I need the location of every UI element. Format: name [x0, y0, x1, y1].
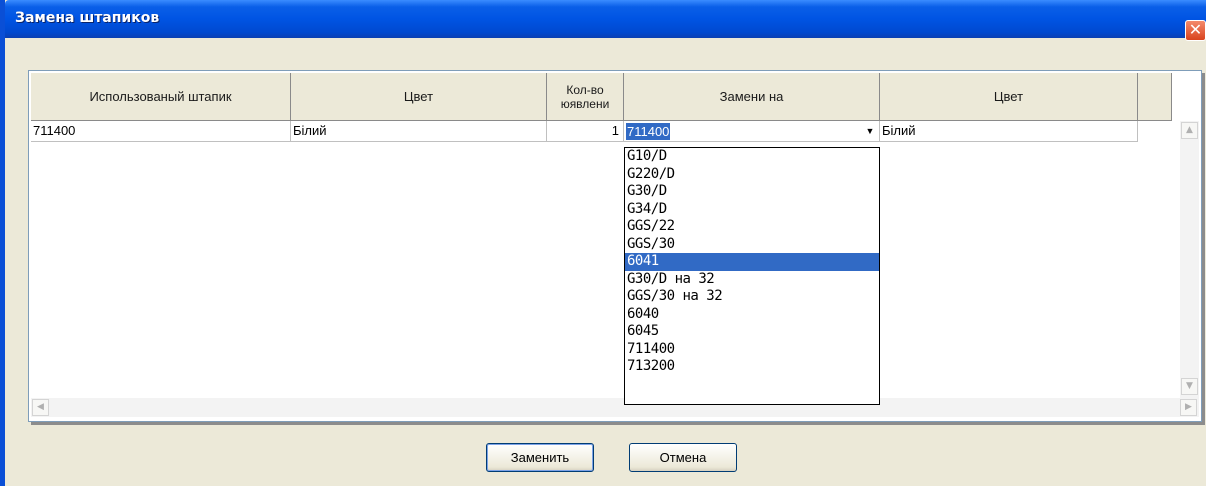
vertical-scrollbar[interactable]: ▲ ▼	[1180, 121, 1199, 417]
arrow-right-icon[interactable]: ▶	[1180, 399, 1197, 416]
dropdown-option[interactable]: 711400	[625, 341, 879, 359]
arrow-left-icon[interactable]: ◀	[32, 399, 49, 416]
header-used-bead[interactable]: Использованый штапик	[31, 73, 291, 121]
replace-glazing-bead-dialog: Замена штапиков ✕ Использованый штапик Ц…	[0, 0, 1206, 486]
header-replace-with[interactable]: Замени на	[624, 73, 880, 121]
close-icon: ✕	[1188, 20, 1203, 39]
cell-count[interactable]: 1	[547, 121, 624, 142]
horizontal-scrollbar[interactable]: ◀ ▶	[31, 398, 1199, 417]
dropdown-option[interactable]: G220/D	[625, 166, 879, 184]
dropdown-option[interactable]: GGS/30	[625, 236, 879, 254]
dropdown-option[interactable]: 6041	[625, 253, 879, 271]
cell-color[interactable]: Білий	[291, 121, 547, 142]
dropdown-option[interactable]: 6045	[625, 323, 879, 341]
grid-header: Использованый штапик Цвет Кол-во юявлени…	[31, 73, 1199, 121]
header-count[interactable]: Кол-во юявлени	[547, 73, 624, 121]
replace-with-combobox[interactable]: 711400 ▼	[624, 121, 880, 142]
dropdown-option[interactable]: GGS/30 на 32	[625, 288, 879, 306]
combobox-value[interactable]: 711400	[626, 123, 671, 140]
chevron-down-icon[interactable]: ▼	[863, 124, 877, 138]
dropdown-option[interactable]: G10/D	[625, 148, 879, 166]
title-bar[interactable]: Замена штапиков ✕	[5, 0, 1206, 41]
replacement-grid: Использованый штапик Цвет Кол-во юявлени…	[28, 70, 1202, 422]
arrow-up-icon[interactable]: ▲	[1181, 122, 1198, 139]
arrow-down-icon[interactable]: ▼	[1181, 378, 1198, 395]
dropdown-option[interactable]: G34/D	[625, 201, 879, 219]
cancel-button[interactable]: Отмена	[629, 443, 737, 472]
dropdown-option[interactable]: G30/D на 32	[625, 271, 879, 289]
cell-used-bead[interactable]: 711400	[31, 121, 291, 142]
replace-with-dropdown-list[interactable]: G10/D G220/D G30/D G34/D GGS/22 GGS/30 6041 G30…	[624, 147, 880, 405]
close-button[interactable]: ✕	[1185, 20, 1206, 41]
header-new-color[interactable]: Цвет	[880, 73, 1138, 121]
dropdown-option[interactable]: G30/D	[625, 183, 879, 201]
dropdown-option[interactable]: 713200	[625, 358, 879, 376]
window-title: Замена штапиков	[15, 10, 160, 26]
header-filler	[1138, 73, 1172, 121]
table-row[interactable]: 711400 Білий 1 711400 ▼ Білий	[31, 121, 1199, 142]
dropdown-option[interactable]: 6040	[625, 306, 879, 324]
dropdown-option[interactable]: GGS/22	[625, 218, 879, 236]
header-color[interactable]: Цвет	[291, 73, 547, 121]
replace-button[interactable]: Заменить	[486, 443, 594, 472]
cell-new-color[interactable]: Білий	[880, 121, 1138, 142]
